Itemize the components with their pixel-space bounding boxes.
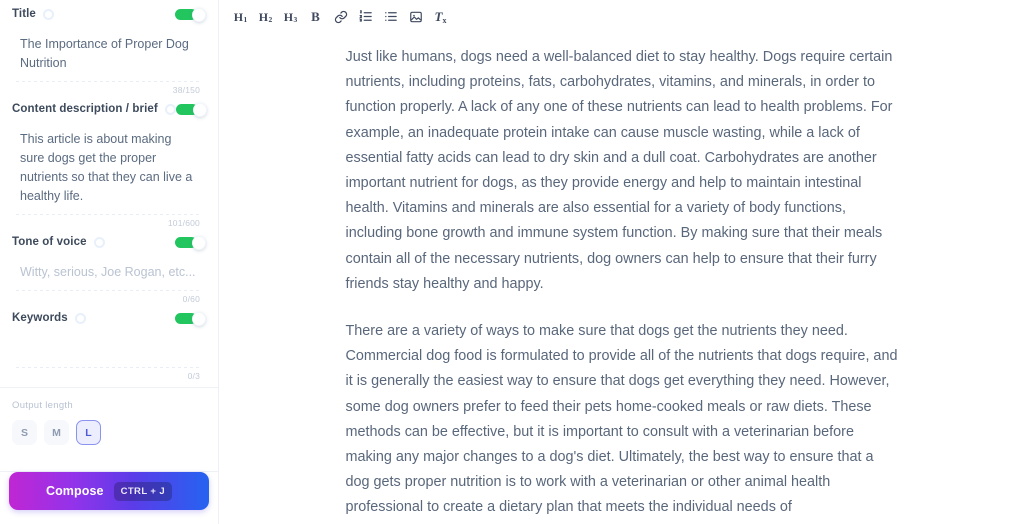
ordered-list-button[interactable] (353, 4, 378, 29)
output-length-l[interactable]: L (76, 420, 101, 445)
field-keywords-header: Keywords (10, 304, 208, 332)
compose-button[interactable]: Compose CTRL + J (9, 472, 209, 510)
output-length-s[interactable]: S (12, 420, 37, 445)
clear-formatting-letter: T (434, 9, 443, 24)
heading-3-level: 3 (293, 15, 298, 24)
heading-1-button[interactable]: H1 (228, 4, 253, 29)
heading-1-level: 1 (243, 15, 248, 24)
output-length-section: Output length S M L (0, 388, 218, 445)
title-input[interactable]: The Importance of Proper Dog Nutrition (12, 31, 206, 75)
toggle-knob (192, 235, 206, 250)
output-length-options: S M L (12, 420, 206, 445)
field-content-description-label-group: Content description / brief (12, 103, 176, 115)
document-scroll-area[interactable]: Just like humans, dogs need a well-balan… (219, 33, 1024, 524)
tone-of-voice-input[interactable]: Witty, serious, Joe Rogan, etc... (12, 259, 206, 284)
field-title: Title The Importance of Proper Dog Nutri… (10, 0, 208, 95)
field-keywords-toggle[interactable] (175, 311, 206, 326)
field-content-description-toggle[interactable] (175, 102, 207, 117)
field-content-description-label: Content description / brief (12, 103, 158, 115)
document-paragraph: There are a variety of ways to make sure… (345, 323, 898, 516)
bold-letter: B (311, 9, 320, 24)
info-icon[interactable] (42, 8, 54, 20)
clear-formatting-button[interactable]: Tx (428, 4, 453, 29)
keywords-input[interactable] (12, 335, 206, 361)
compose-shortcut-badge: CTRL + J (113, 481, 173, 501)
field-title-body: The Importance of Proper Dog Nutrition 3… (10, 28, 208, 95)
document-body[interactable]: Just like humans, dogs need a well-balan… (346, 45, 898, 524)
image-button[interactable] (403, 4, 428, 29)
bold-button[interactable]: B (303, 4, 328, 29)
info-icon[interactable] (93, 236, 105, 248)
heading-1-letter: H (233, 9, 244, 24)
output-length-m[interactable]: M (44, 420, 69, 445)
heading-2-letter: H (258, 9, 269, 24)
field-tone-of-voice-body: Witty, serious, Joe Rogan, etc... 0/60 (10, 256, 208, 304)
field-tone-of-voice: Tone of voice Witty, serious, Joe Rogan,… (10, 228, 208, 304)
field-tone-of-voice-toggle[interactable] (175, 235, 206, 250)
info-icon[interactable] (164, 103, 176, 115)
link-icon (334, 10, 348, 24)
heading-3-letter: H (283, 9, 294, 24)
keywords-counter: 0/3 (187, 371, 200, 381)
sidebar-fields: Title The Importance of Proper Dog Nutri… (0, 0, 218, 381)
field-content-description-header: Content description / brief (10, 95, 208, 123)
content-description-input[interactable]: This article is about making sure dogs g… (12, 126, 206, 208)
toggle-knob (192, 311, 206, 326)
field-content-description-body: This article is about making sure dogs g… (10, 123, 208, 228)
toggle-knob (192, 7, 206, 22)
image-icon (409, 10, 423, 24)
bullet-list-button[interactable] (378, 4, 403, 29)
link-button[interactable] (328, 4, 353, 29)
compose-footer: Compose CTRL + J (0, 472, 218, 524)
field-title-label-group: Title (12, 8, 54, 20)
field-tone-of-voice-label-group: Tone of voice (12, 236, 105, 248)
heading-2-level: 2 (268, 15, 273, 24)
heading-3-button[interactable]: H3 (278, 4, 303, 29)
document-paragraph: Just like humans, dogs need a well-balan… (345, 49, 893, 292)
output-length-label: Output length (12, 400, 73, 411)
bullet-list-icon (383, 9, 398, 24)
app-root: Title The Importance of Proper Dog Nutri… (0, 0, 1024, 524)
field-title-label: Title (12, 8, 36, 20)
compose-button-label: Compose (45, 484, 104, 498)
field-title-header: Title (10, 0, 208, 28)
content-description-counter: 101/600 (167, 218, 200, 228)
editor-toolbar: H1 H2 H3 B T x (219, 0, 1024, 33)
field-keywords-label-group: Keywords (12, 312, 86, 324)
field-tone-of-voice-header: Tone of voice (10, 228, 208, 256)
clear-formatting-mark: x (442, 16, 447, 25)
field-content-description: Content description / brief This article… (10, 95, 208, 228)
heading-2-button[interactable]: H2 (253, 4, 278, 29)
settings-sidebar: Title The Importance of Proper Dog Nutri… (0, 0, 219, 524)
title-counter: 38/150 (172, 85, 200, 95)
ordered-list-icon (358, 9, 373, 24)
field-title-toggle[interactable] (175, 7, 206, 22)
field-keywords-label: Keywords (12, 312, 68, 324)
field-keywords: Keywords 0/3 (10, 304, 208, 381)
field-tone-of-voice-label: Tone of voice (12, 236, 87, 248)
editor-main: H1 H2 H3 B T x Just like humans, dogs ne… (219, 0, 1024, 524)
tone-of-voice-counter: 0/60 (182, 294, 200, 304)
field-keywords-body: 0/3 (10, 332, 208, 381)
info-icon[interactable] (74, 312, 86, 324)
toggle-knob (192, 102, 207, 117)
